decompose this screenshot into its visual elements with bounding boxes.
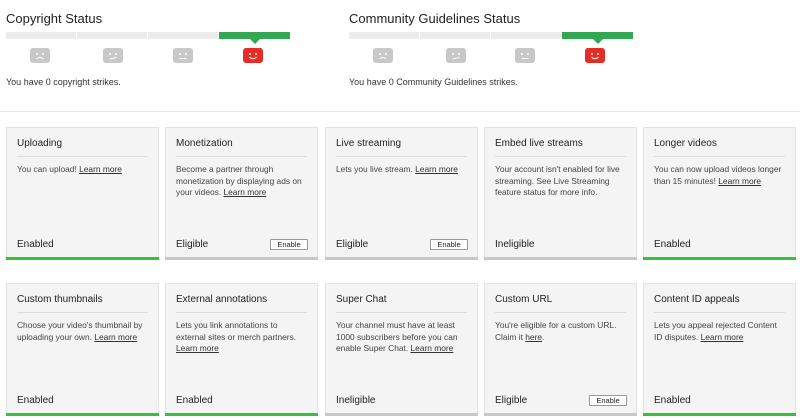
feature-card-text-suffix: .	[542, 331, 545, 342]
feature-card-title: Live streaming	[336, 138, 467, 157]
feature-status-bar	[325, 257, 478, 260]
feature-card-title: Uploading	[17, 138, 148, 157]
copyright-strike-bar	[6, 32, 291, 44]
feature-card-status: Eligible	[495, 395, 528, 406]
feature-card-title: External annotations	[176, 294, 307, 313]
feature-card-description: Lets you link annotations to external si…	[176, 320, 309, 355]
strike-bar-segment-active	[219, 32, 290, 44]
section-divider	[0, 111, 800, 112]
copyright-strikes-message: You have 0 copyright strikes.	[6, 77, 121, 87]
feature-card-title: Longer videos	[654, 138, 785, 157]
feature-status-bar	[643, 257, 796, 260]
feature-card-super-chat: Super Chat Your channel must have at lea…	[325, 283, 478, 416]
feature-card-description: Become a partner through monetization by…	[176, 164, 309, 199]
community-status-title: Community Guidelines Status	[349, 11, 521, 26]
neutral-face-icon	[173, 48, 193, 63]
strike-bar-segment	[148, 32, 218, 39]
community-strike-bar	[349, 32, 634, 44]
feature-card-status: Enabled	[17, 395, 54, 406]
strike-bar-segment	[349, 32, 419, 39]
feature-card-text: Lets you link annotations to external si…	[176, 320, 297, 342]
feature-status-bar	[484, 413, 637, 416]
status-section: Copyright Status You have 0 copyright st…	[0, 0, 800, 112]
feature-card-description: You can upload! Learn more	[17, 164, 150, 176]
feature-card-text: You're eligible for a custom URL. Claim …	[495, 320, 617, 342]
feature-card-longer-videos: Longer videos You can now upload videos …	[643, 127, 796, 260]
copyright-status-title: Copyright Status	[6, 11, 103, 26]
feature-card-title: Monetization	[176, 138, 307, 157]
strike-bar-segment	[77, 32, 147, 39]
feature-card-status: Ineligible	[336, 395, 376, 406]
sad-face-icon	[103, 48, 123, 63]
feature-status-bar	[6, 413, 159, 416]
claim-here-link[interactable]: here	[525, 332, 542, 342]
feature-card-live-streaming: Live streaming Lets you live stream. Lea…	[325, 127, 478, 260]
strike-bar-segment-active	[562, 32, 633, 44]
learn-more-link[interactable]: Learn more	[411, 343, 454, 353]
feature-status-bar	[643, 413, 796, 416]
feature-card-monetization: Monetization Become a partner through mo…	[165, 127, 318, 260]
learn-more-link[interactable]: Learn more	[415, 164, 458, 174]
feature-card-embed-live-streams: Embed live streams Your account isn't en…	[484, 127, 637, 260]
feature-card-title: Custom thumbnails	[17, 294, 148, 313]
feature-card-status: Enabled	[654, 395, 691, 406]
feature-card-custom-thumbnails: Custom thumbnails Choose your video's th…	[6, 283, 159, 416]
enable-button[interactable]: Enable	[270, 239, 308, 250]
feature-card-description: Lets you live stream. Learn more	[336, 164, 469, 176]
feature-card-title: Content ID appeals	[654, 294, 785, 313]
strike-bar-segment	[6, 32, 76, 39]
feature-card-description: Choose your video's thumbnail by uploadi…	[17, 320, 150, 343]
feature-card-status: Eligible	[176, 239, 209, 250]
feature-card-text: Lets you live stream.	[336, 164, 416, 174]
feature-card-content-id-appeals: Content ID appeals Lets you appeal rejec…	[643, 283, 796, 416]
community-guidelines-status: Community Guidelines Status You have 0 C…	[349, 10, 634, 87]
very-sad-face-icon	[373, 48, 393, 63]
feature-status-bar	[484, 257, 637, 260]
feature-card-status: Eligible	[336, 239, 369, 250]
enable-button[interactable]: Enable	[430, 239, 468, 250]
enable-button[interactable]: Enable	[589, 395, 627, 406]
feature-card-title: Super Chat	[336, 294, 467, 313]
feature-card-text: You can upload!	[17, 164, 80, 174]
feature-card-custom-url: Custom URL You're eligible for a custom …	[484, 283, 637, 416]
learn-more-link[interactable]: Learn more	[701, 332, 744, 342]
feature-card-text: Your account isn't enabled for live stre…	[495, 164, 620, 197]
feature-card-title: Embed live streams	[495, 138, 626, 157]
feature-card-description: Lets you appeal rejected Content ID disp…	[654, 320, 787, 343]
strike-bar-segment	[491, 32, 561, 39]
feature-card-status: Enabled	[176, 395, 213, 406]
community-strikes-message: You have 0 Community Guidelines strikes.	[349, 77, 518, 87]
strike-bar-segment	[420, 32, 490, 39]
feature-card-status: Enabled	[654, 239, 691, 250]
learn-more-link[interactable]: Learn more	[718, 176, 761, 186]
copyright-status: Copyright Status You have 0 copyright st…	[6, 10, 291, 87]
feature-status-bar	[165, 257, 318, 260]
feature-card-description: You're eligible for a custom URL. Claim …	[495, 320, 628, 343]
feature-card-description: Your channel must have at least 1000 sub…	[336, 320, 469, 355]
happy-face-icon	[585, 48, 605, 63]
learn-more-link[interactable]: Learn more	[94, 332, 137, 342]
feature-status-bar	[325, 413, 478, 416]
feature-status-bar	[165, 413, 318, 416]
feature-card-title: Custom URL	[495, 294, 626, 313]
neutral-face-icon	[515, 48, 535, 63]
sad-face-icon	[446, 48, 466, 63]
feature-card-uploading: Uploading You can upload! Learn more Ena…	[6, 127, 159, 260]
feature-card-description: Your account isn't enabled for live stre…	[495, 164, 628, 199]
learn-more-link[interactable]: Learn more	[223, 187, 266, 197]
feature-card-external-annotations: External annotations Lets you link annot…	[165, 283, 318, 416]
learn-more-link[interactable]: Learn more	[79, 164, 122, 174]
feature-card-description: You can now upload videos longer than 15…	[654, 164, 787, 187]
very-sad-face-icon	[30, 48, 50, 63]
learn-more-link[interactable]: Learn more	[176, 343, 219, 353]
happy-face-icon	[243, 48, 263, 63]
feature-status-bar	[6, 257, 159, 260]
feature-card-status: Enabled	[17, 239, 54, 250]
feature-card-status: Ineligible	[495, 239, 535, 250]
